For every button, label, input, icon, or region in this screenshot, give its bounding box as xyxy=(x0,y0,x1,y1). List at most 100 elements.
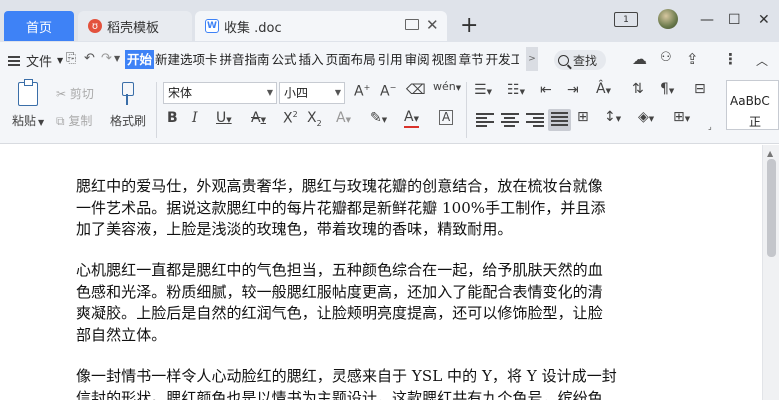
collaborate-icon[interactable]: ⚇ xyxy=(660,50,672,65)
style-preview-label: 正 xyxy=(749,115,762,129)
styles-gallery[interactable]: AaBbC 正 xyxy=(726,80,779,130)
maximize-button[interactable]: ☐ xyxy=(728,12,741,28)
table-tools-icon[interactable]: ⊟ xyxy=(694,81,706,97)
file-menu[interactable]: 文件 ▼ xyxy=(8,51,63,70)
italic-icon[interactable]: I xyxy=(192,110,198,126)
tab-daoke-templates[interactable]: ʊ 稻壳模板 xyxy=(78,11,192,41)
file-menu-label: 文件 xyxy=(26,55,53,70)
hamburger-icon xyxy=(8,55,20,66)
clear-format-icon[interactable]: ⌫ xyxy=(406,82,426,98)
copy-button[interactable]: ⧉ 复制 xyxy=(56,112,92,129)
redo-icon[interactable]: ↷ xyxy=(101,51,112,66)
font-color-icon[interactable]: A▼ xyxy=(404,110,419,128)
shading-icon[interactable]: ◈▼ xyxy=(638,109,654,125)
title-bar: 首页 ʊ 稻壳模板 W 收集 .doc ✕ + 1 — ☐ ✕ xyxy=(0,0,779,42)
tabs-scroll-right-icon[interactable]: > xyxy=(526,47,538,71)
show-marks-icon[interactable]: ¶▼ xyxy=(660,81,674,97)
chevron-down-icon: ▼ xyxy=(334,88,341,97)
align-right-icon[interactable] xyxy=(526,113,544,127)
text-line: 爽凝胶。上脸后是自然的红润气色，让脸颊明亮度提高，还可以修饰脸型，让脸 xyxy=(76,304,603,323)
tab-layout[interactable]: 页面布局 xyxy=(325,50,377,69)
decrease-font-icon[interactable]: A− xyxy=(380,83,396,100)
tab-sections[interactable]: 章节 xyxy=(458,50,485,69)
paragraph-3[interactable]: 像一封情书一样令人心动脸红的腮红，灵感来自于 YSL 中的 Y，将 Y 设计成一… xyxy=(76,366,642,400)
tab-close-icon[interactable]: ✕ xyxy=(426,16,439,34)
user-avatar[interactable] xyxy=(658,9,678,29)
chinese-layout-icon[interactable]: Â▼ xyxy=(596,81,611,97)
line-spacing-icon[interactable]: ↕▼ xyxy=(604,109,621,125)
text-line: 部自然立体。 xyxy=(76,325,167,344)
tab-daoke-label: 稻壳模板 xyxy=(107,20,160,36)
quick-access-dropdown-icon[interactable]: ▼ xyxy=(114,54,120,63)
text-line: 一件艺术品。据说这款腮红中的每片花瓣都是新鲜花瓣 100%手工制作，并且添 xyxy=(76,198,606,217)
tab-insert[interactable]: 插入 xyxy=(298,50,325,69)
collapse-ribbon-icon[interactable]: ︿ xyxy=(756,52,768,69)
tab-references[interactable]: 引用 xyxy=(377,50,404,69)
justify-icon[interactable] xyxy=(548,109,571,131)
add-tab-button[interactable]: + xyxy=(460,11,478,41)
share-icon[interactable]: ⇪ xyxy=(686,50,699,68)
scrollbar-thumb[interactable] xyxy=(767,159,776,257)
paste-button[interactable]: 粘贴 ▼ xyxy=(12,112,44,129)
distribute-icon[interactable]: ⊞ xyxy=(577,109,589,125)
bullet-list-icon[interactable]: ☰▼ xyxy=(474,82,492,98)
tab-formula[interactable]: 公式 xyxy=(271,50,298,69)
document-page[interactable]: 腮红中的爱马仕，外观高贵奢华，腮红与玫瑰花瓣的创意结合，放在梳妆台就像 一件艺术… xyxy=(0,145,762,400)
tab-document[interactable]: W 收集 .doc ✕ xyxy=(195,11,447,41)
borders-icon[interactable]: ⊞▼ xyxy=(673,109,690,125)
paste-icon[interactable] xyxy=(18,79,38,106)
tab-developer[interactable]: 开发工 xyxy=(485,50,519,69)
format-painter-icon[interactable] xyxy=(120,82,134,106)
search-button[interactable]: 查找 xyxy=(554,50,606,70)
style-preview-normal[interactable]: AaBbC xyxy=(730,94,770,108)
character-border-icon[interactable]: A xyxy=(439,110,454,125)
font-family-select[interactable]: 宋体 ▼ xyxy=(163,82,277,104)
more-options-icon[interactable]: ⋮ xyxy=(723,50,738,68)
align-center-icon[interactable] xyxy=(501,113,519,127)
cloud-sync-icon[interactable]: ☁ xyxy=(632,50,647,68)
sort-icon[interactable]: ⇅ xyxy=(632,81,644,97)
screen-icon[interactable] xyxy=(405,19,419,30)
increase-font-icon[interactable]: A+ xyxy=(354,83,370,100)
daoke-logo-icon: ʊ xyxy=(88,19,102,33)
text-line: 加了美容液，上脸是浅淡的玫瑰色，带着玫瑰的香味，精致耐用。 xyxy=(76,220,513,239)
cut-button[interactable]: ✂ 剪切 xyxy=(56,85,94,102)
wps-writer-icon: W xyxy=(205,19,219,33)
underline-icon[interactable]: U▼ xyxy=(216,110,232,126)
paragraph-settings-icon[interactable]: ⌟ xyxy=(708,122,712,131)
strikethrough-icon[interactable]: A▼ xyxy=(251,110,266,126)
window-count-badge[interactable]: 1 xyxy=(614,12,638,27)
undo-icon[interactable]: ↶ xyxy=(84,51,95,66)
tab-view[interactable]: 视图 xyxy=(431,50,458,69)
tab-review[interactable]: 审阅 xyxy=(404,50,431,69)
increase-indent-icon[interactable]: ⇥ xyxy=(567,82,579,98)
bold-icon[interactable]: B xyxy=(167,110,178,126)
align-left-icon[interactable] xyxy=(476,113,494,127)
font-size-select[interactable]: 小四 ▼ xyxy=(279,82,345,104)
tab-pinyin[interactable]: 拼音指南 xyxy=(219,50,271,69)
tab-new[interactable]: 新建选项卡 xyxy=(154,50,219,69)
scroll-up-icon[interactable]: ▲ xyxy=(767,149,773,158)
subscript-icon[interactable]: X2 xyxy=(307,110,322,128)
ribbon-tabs: 开始 新建选项卡 拼音指南 公式 插入 页面布局 引用 审阅 视图 章节 开发工 xyxy=(125,50,519,69)
tab-start[interactable]: 开始 xyxy=(125,50,155,69)
text-effect-icon[interactable]: A▼ xyxy=(336,110,351,126)
pinyin-guide-icon[interactable]: wén▼ xyxy=(433,80,461,93)
close-window-button[interactable]: ✕ xyxy=(758,12,770,28)
search-label: 查找 xyxy=(573,53,598,68)
ribbon-toolbar: 粘贴 ▼ ✂ 剪切 ⧉ 复制 格式刷 宋体 ▼ 小四 ▼ A+ A− ⌫ wén▼ B… xyxy=(0,76,779,144)
text-line: 色感和光泽。粉质细腻，较一般腮红服帖度更高，还加入了能配合表情变化的清 xyxy=(76,282,603,301)
paragraph-1[interactable]: 腮红中的爱马仕，外观高贵奢华，腮红与玫瑰花瓣的创意结合，放在梳妆台就像 一件艺术… xyxy=(76,176,642,241)
format-painter-button[interactable]: 格式刷 xyxy=(110,112,146,129)
tab-home[interactable]: 首页 xyxy=(4,11,74,41)
save-icon[interactable]: ⎘ xyxy=(66,51,76,66)
minimize-button[interactable]: — xyxy=(700,12,714,28)
vertical-scrollbar[interactable]: ▲ xyxy=(762,145,779,400)
decrease-indent-icon[interactable]: ⇤ xyxy=(540,82,552,98)
text-line: 心机腮红一直都是腮红中的气色担当，五种颜色综合在一起，给予肌肤天然的血 xyxy=(76,261,603,279)
numbered-list-icon[interactable]: ☷▼ xyxy=(507,82,525,98)
superscript-icon[interactable]: X2 xyxy=(283,110,298,127)
paragraph-2[interactable]: 心机腮红一直都是腮红中的气色担当，五种颜色综合在一起，给予肌肤天然的血 色感和光… xyxy=(76,260,642,346)
divider xyxy=(156,82,157,138)
highlight-icon[interactable]: ✎▼ xyxy=(370,110,387,126)
